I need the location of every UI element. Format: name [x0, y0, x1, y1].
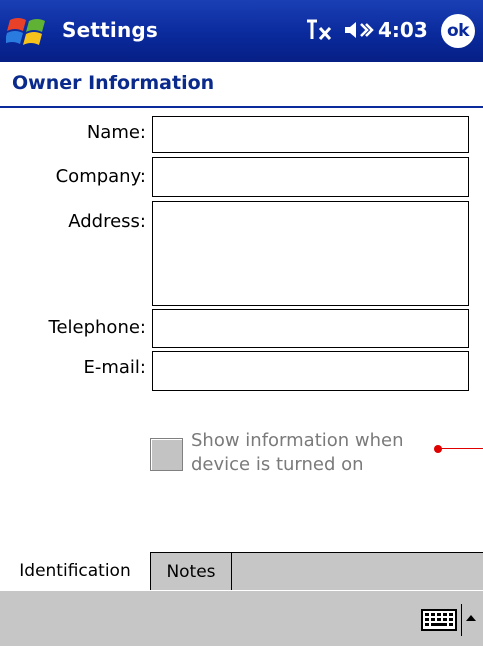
show-info-label[interactable]: Show information when device is turned o… — [191, 429, 431, 477]
ok-button[interactable]: ok — [441, 14, 475, 48]
menu-bar — [0, 590, 483, 646]
speaker-icon[interactable] — [342, 18, 374, 42]
show-info-checkbox[interactable] — [150, 438, 183, 471]
email-field[interactable] — [152, 351, 469, 391]
app-title[interactable]: Settings — [62, 18, 158, 42]
telephone-label: Telephone: — [48, 317, 146, 338]
keyboard-icon[interactable] — [421, 609, 457, 631]
windows-flag-icon[interactable] — [6, 14, 52, 50]
company-field[interactable] — [152, 157, 469, 197]
address-label: Address: — [68, 211, 146, 232]
tab-identification[interactable]: Identification — [0, 552, 151, 590]
connectivity-off-icon[interactable] — [302, 16, 338, 44]
clock[interactable]: 4:03 — [378, 18, 428, 42]
tab-notes[interactable]: Notes — [151, 552, 232, 590]
email-label: E-mail: — [83, 357, 147, 378]
callout-marker — [434, 445, 442, 453]
up-arrow-icon[interactable] — [465, 612, 477, 624]
callout-line — [441, 448, 483, 449]
telephone-field[interactable] — [152, 309, 469, 348]
sip-divider — [461, 604, 462, 636]
heading-divider — [0, 106, 483, 108]
name-field[interactable] — [152, 116, 469, 153]
company-label: Company: — [55, 166, 146, 187]
name-label: Name: — [86, 122, 146, 143]
page-title: Owner Information — [12, 72, 215, 94]
tab-strip-filler — [232, 552, 483, 590]
title-bar: Settings 4:03 ok — [0, 0, 483, 62]
address-field[interactable] — [152, 201, 469, 306]
